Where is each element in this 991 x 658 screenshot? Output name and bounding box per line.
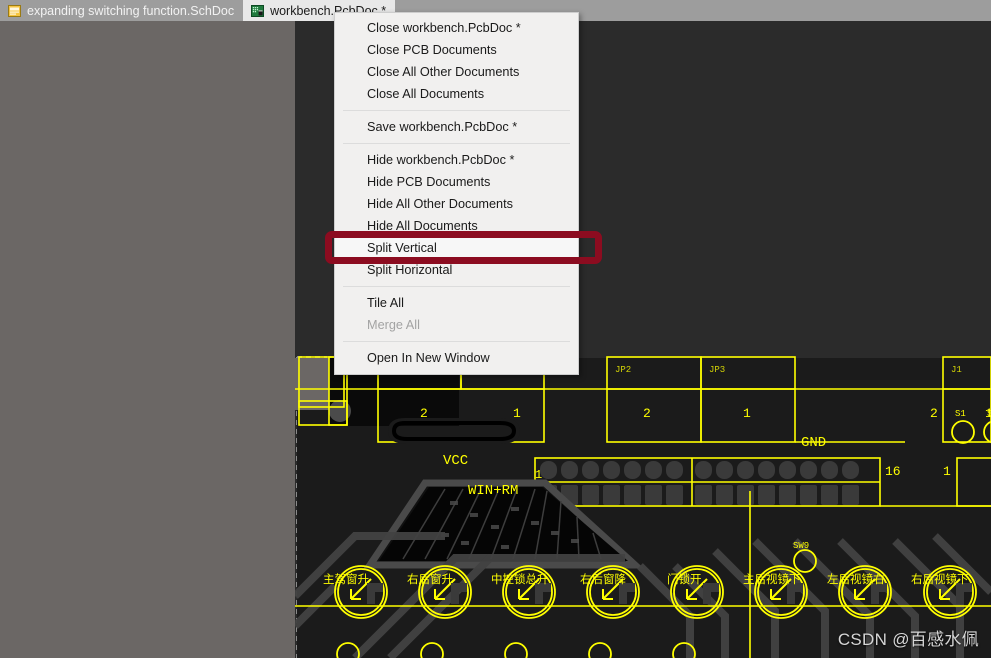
svg-text:WIN+RM: WIN+RM (468, 483, 518, 499)
menu-item-close-pcb-documents[interactable]: Close PCB Documents (335, 39, 578, 61)
menu-item-save-current-document[interactable]: Save workbench.PcbDoc * (335, 116, 578, 138)
menu-item-close-current-document[interactable]: Close workbench.PcbDoc * (335, 17, 578, 39)
menu-item-close-all-documents[interactable]: Close All Documents (335, 83, 578, 105)
menu-item-hide-current-document[interactable]: Hide workbench.PcbDoc * (335, 149, 578, 171)
svg-text:JP2: JP2 (615, 365, 631, 375)
schematic-document-icon (8, 4, 21, 17)
svg-text:门锁开: 门锁开 (667, 572, 702, 586)
svg-text:1: 1 (943, 464, 951, 479)
svg-text:中控锁总升: 中控锁总升 (491, 572, 549, 586)
svg-text:右后窗降: 右后窗降 (580, 572, 626, 586)
menu-item-close-all-other-documents[interactable]: Close All Other Documents (335, 61, 578, 83)
tab-label: expanding switching function.SchDoc (27, 3, 235, 18)
menu-item-hide-pcb-documents[interactable]: Hide PCB Documents (335, 171, 578, 193)
svg-text:2: 2 (930, 406, 938, 421)
menu-item-hide-all-documents[interactable]: Hide All Documents (335, 215, 578, 237)
svg-text:J1: J1 (951, 365, 962, 375)
menu-separator (343, 143, 570, 144)
menu-item-open-in-new-window[interactable]: Open In New Window (335, 347, 578, 369)
menu-item-tile-all[interactable]: Tile All (335, 292, 578, 314)
menu-separator (343, 110, 570, 111)
svg-text:SW9: SW9 (793, 541, 809, 551)
svg-text:右后窗升: 右后窗升 (407, 572, 453, 586)
svg-text:1: 1 (513, 406, 521, 421)
document-tab-context-menu[interactable]: Close workbench.PcbDoc * Close PCB Docume… (334, 12, 579, 375)
menu-item-split-vertical[interactable]: Split Vertical (335, 237, 578, 259)
menu-separator (343, 286, 570, 287)
svg-text:VCC: VCC (443, 453, 468, 469)
tab-expanding-switching-function-schdoc[interactable]: expanding switching function.SchDoc (0, 0, 244, 21)
svg-text:16: 16 (885, 464, 901, 479)
svg-text:左后视镜右: 左后视镜右 (827, 572, 885, 586)
svg-text:GND: GND (801, 435, 826, 451)
svg-text:S1: S1 (955, 409, 966, 419)
pcb-document-icon (251, 4, 265, 17)
svg-text:2: 2 (643, 406, 651, 421)
menu-item-split-horizontal[interactable]: Split Horizontal (335, 259, 578, 281)
svg-text:S2: S2 (987, 409, 991, 419)
menu-item-hide-all-other-documents[interactable]: Hide All Other Documents (335, 193, 578, 215)
svg-text:1: 1 (743, 406, 751, 421)
svg-text:右后视镜下: 右后视镜下 (911, 572, 969, 586)
svg-text:主后视镜下: 主后视镜下 (743, 572, 801, 586)
svg-text:主驾窗升: 主驾窗升 (323, 572, 369, 586)
menu-item-merge-all: Merge All (367, 318, 420, 332)
menu-separator (343, 341, 570, 342)
svg-text:1: 1 (535, 468, 542, 482)
svg-text:JP3: JP3 (709, 365, 725, 375)
